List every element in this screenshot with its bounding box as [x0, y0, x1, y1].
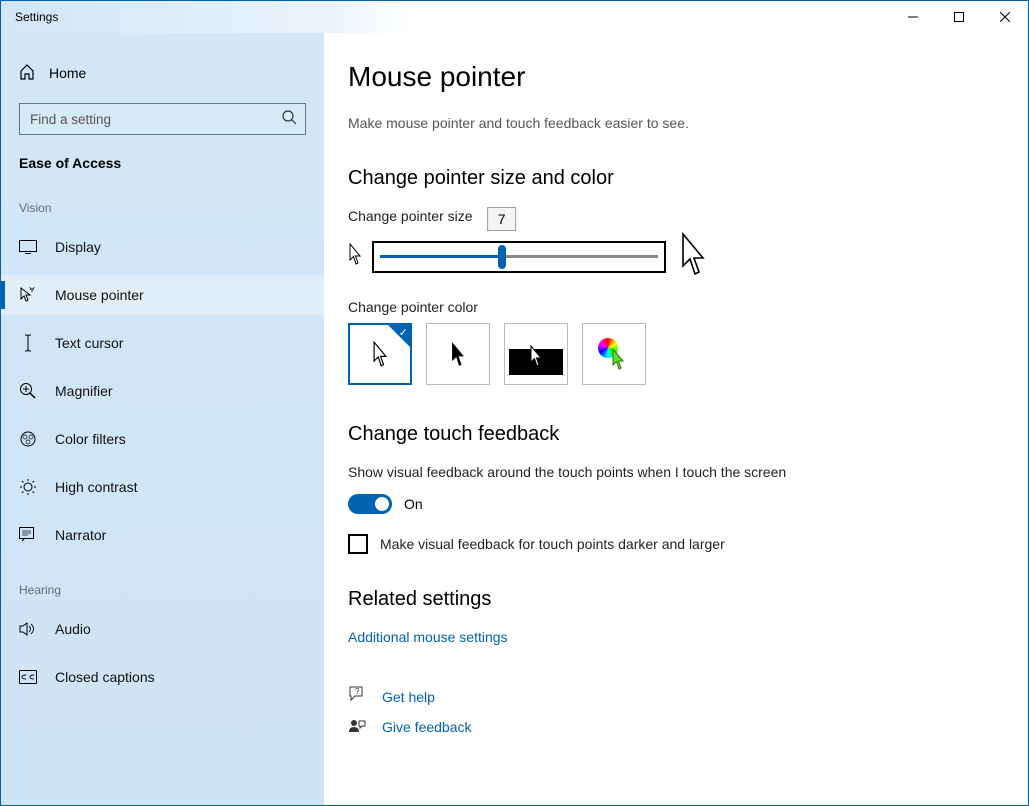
sidebar-item-label: Text cursor — [55, 335, 123, 351]
sidebar-item-label: Closed captions — [55, 669, 155, 685]
sidebar-item-closed-captions[interactable]: Closed captions — [1, 657, 324, 697]
text-cursor-icon — [19, 334, 37, 352]
related-heading: Related settings — [348, 588, 1028, 611]
pointer-color-white[interactable]: ✓ — [348, 323, 412, 385]
sidebar-item-label: Display — [55, 239, 101, 255]
minimize-button[interactable] — [890, 1, 936, 33]
pointer-color-custom[interactable] — [582, 323, 646, 385]
size-section-heading: Change pointer size and color — [348, 167, 1028, 190]
titlebar: Settings — [1, 1, 1028, 33]
toggle-state-label: On — [404, 496, 423, 512]
pointer-click-icon — [19, 286, 37, 304]
feedback-icon — [348, 718, 366, 736]
sidebar-item-display[interactable]: Display — [1, 227, 324, 267]
pointer-color-options: ✓ — [348, 323, 1028, 385]
slider-thumb[interactable] — [498, 245, 506, 269]
display-icon — [19, 240, 37, 254]
home-icon — [19, 64, 35, 83]
sidebar-item-text-cursor[interactable]: Text cursor — [1, 323, 324, 363]
home-nav[interactable]: Home — [1, 53, 324, 93]
additional-mouse-settings-link[interactable]: Additional mouse settings — [348, 629, 1028, 645]
color-filters-icon — [19, 430, 37, 448]
sidebar-item-label: Audio — [55, 621, 91, 637]
checkbox-label: Make visual feedback for touch points da… — [380, 536, 725, 552]
sidebar-item-magnifier[interactable]: Magnifier — [1, 371, 324, 411]
search-icon — [281, 109, 297, 130]
closed-captions-icon — [19, 670, 37, 684]
pointer-color-inverted[interactable] — [504, 323, 568, 385]
magnifier-icon — [19, 382, 37, 400]
check-icon: ✓ — [399, 326, 408, 339]
svg-text:?: ? — [355, 687, 360, 696]
page-title: Mouse pointer — [348, 61, 1028, 93]
pointer-color-label: Change pointer color — [348, 299, 1028, 315]
cursor-large-icon — [676, 232, 710, 281]
sidebar: Home Ease of Access Vision Display Mouse… — [1, 33, 324, 805]
sidebar-item-color-filters[interactable]: Color filters — [1, 419, 324, 459]
give-feedback-link[interactable]: Give feedback — [382, 719, 472, 735]
high-contrast-icon — [19, 478, 37, 496]
group-hearing: Hearing — [1, 583, 324, 597]
pointer-size-slider[interactable]: 7 — [372, 241, 666, 273]
pointer-color-black[interactable] — [426, 323, 490, 385]
sidebar-item-label: Narrator — [55, 527, 106, 543]
sidebar-item-label: Mouse pointer — [55, 287, 144, 303]
close-button[interactable] — [982, 1, 1028, 33]
pointer-size-label: Change pointer size — [348, 208, 1028, 224]
search-box[interactable] — [19, 103, 306, 135]
cursor-small-icon — [348, 243, 362, 270]
sidebar-section-title: Ease of Access — [1, 155, 324, 171]
window-title: Settings — [1, 10, 58, 24]
darker-larger-checkbox[interactable] — [348, 534, 368, 554]
sidebar-item-label: High contrast — [55, 479, 137, 495]
sidebar-item-mouse-pointer[interactable]: Mouse pointer — [1, 275, 324, 315]
narrator-icon — [19, 527, 37, 543]
home-label: Home — [49, 65, 86, 81]
slider-value-tooltip: 7 — [487, 207, 517, 231]
sidebar-item-high-contrast[interactable]: High contrast — [1, 467, 324, 507]
touch-section-heading: Change touch feedback — [348, 423, 1028, 446]
get-help-icon: ? — [348, 685, 366, 708]
content-area: Mouse pointer Make mouse pointer and tou… — [324, 33, 1028, 805]
page-description: Make mouse pointer and touch feedback ea… — [348, 115, 1028, 131]
sidebar-item-label: Magnifier — [55, 383, 113, 399]
sidebar-item-narrator[interactable]: Narrator — [1, 515, 324, 555]
sidebar-item-label: Color filters — [55, 431, 126, 447]
sidebar-item-audio[interactable]: Audio — [1, 609, 324, 649]
maximize-button[interactable] — [936, 1, 982, 33]
touch-desc: Show visual feedback around the touch po… — [348, 464, 1028, 480]
touch-feedback-toggle[interactable] — [348, 494, 392, 514]
audio-icon — [19, 621, 37, 637]
search-input[interactable] — [30, 112, 281, 127]
pointer-size-slider-row: 7 — [348, 232, 1028, 281]
group-vision: Vision — [1, 201, 324, 215]
get-help-link[interactable]: Get help — [382, 689, 435, 705]
